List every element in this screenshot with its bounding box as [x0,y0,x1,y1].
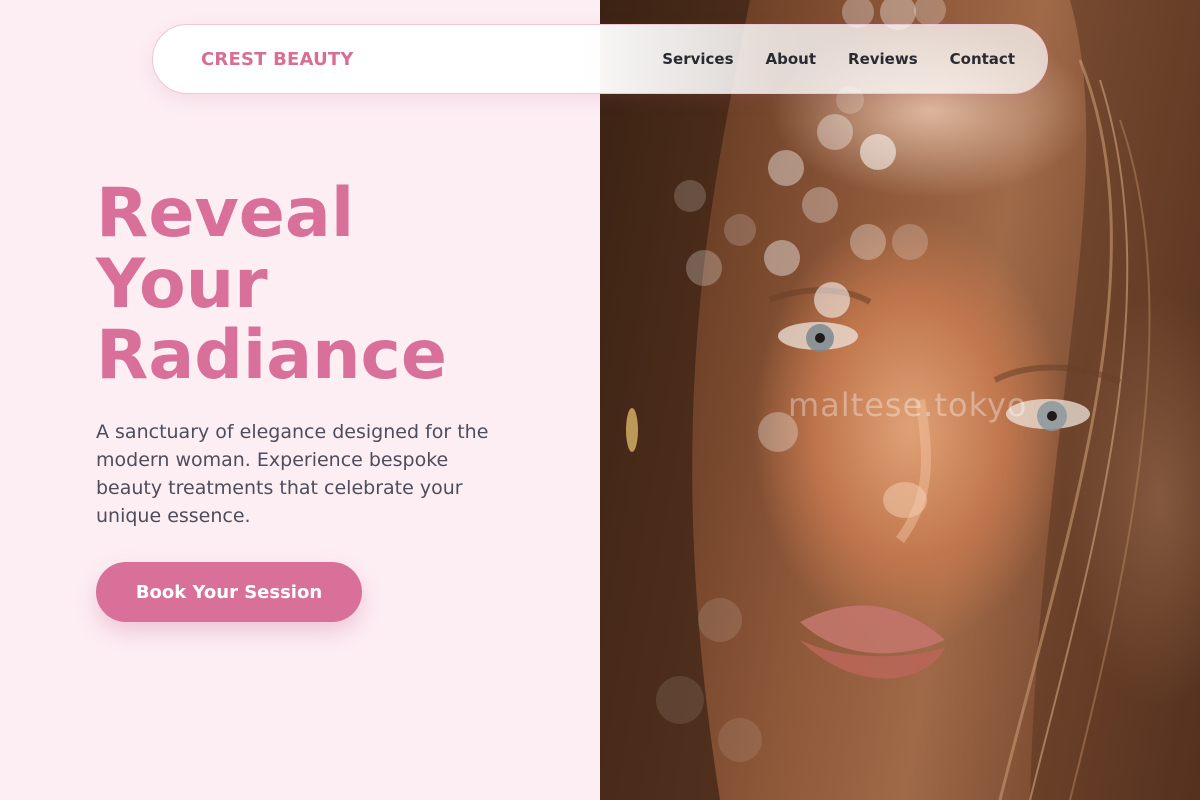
hero-title-line-2: Your [96,245,268,324]
hero-title-line-1: Reveal [96,174,355,253]
hero-description: A sanctuary of elegance designed for the… [96,421,489,527]
nav-link-reviews[interactable]: Reviews [848,50,918,68]
book-session-button[interactable]: Book Your Session [96,562,362,622]
nav-link-services[interactable]: Services [662,50,733,68]
nav-link-about[interactable]: About [766,50,817,68]
nav-link-contact[interactable]: Contact [950,50,1015,68]
hero-left-panel [0,0,600,800]
nav-links: Services About Reviews Contact [662,50,1015,68]
hero-title-line-3: Radiance [96,316,447,395]
top-navigation-bar: CREST BEAUTY Services About Reviews Cont… [152,24,1048,94]
watermark-text: maltese.tokyo [788,386,1028,424]
hero-portrait-image: maltese.tokyo [600,0,1200,800]
brand-logo[interactable]: CREST BEAUTY [201,49,354,70]
hero-title: Reveal Your Radiance [96,178,576,391]
